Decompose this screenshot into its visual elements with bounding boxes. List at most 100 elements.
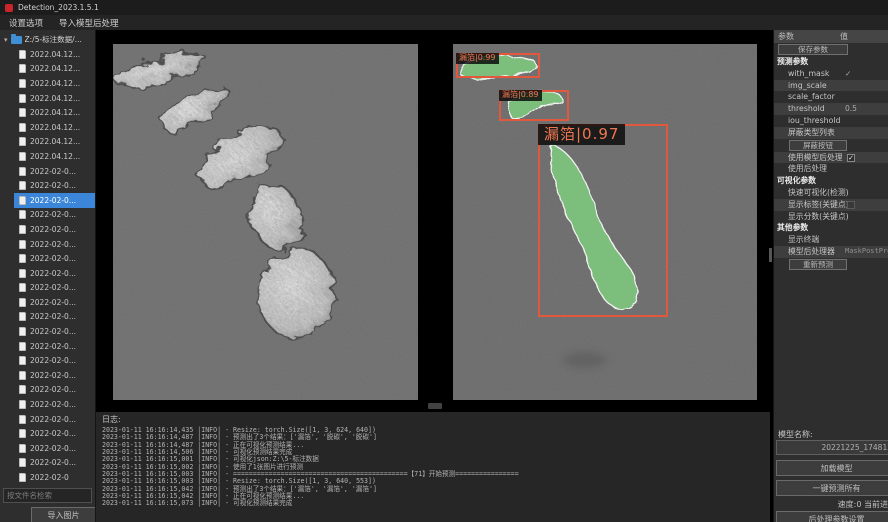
file-item[interactable]: 2022-02-0... [14, 164, 96, 179]
param-button-row: 屏蔽按钮 [774, 139, 888, 152]
file-icon [19, 327, 26, 336]
predict-all-button[interactable]: 一键预测所有 [776, 480, 888, 496]
vertical-splitter-handle[interactable] [769, 248, 772, 262]
file-icon [19, 94, 26, 103]
file-label: 2022-02-0... [30, 342, 76, 351]
param-section: 预测参数 [774, 56, 888, 68]
menu-item-import-postprocess[interactable]: 导入模型后处理 [59, 17, 119, 29]
file-label: 2022-02-0... [30, 269, 76, 278]
param-row: threshold0.5 [774, 103, 888, 115]
file-item[interactable]: 2022-02-0... [14, 222, 96, 237]
param-row: 显示标签(关键点) [774, 199, 888, 211]
file-icon [19, 225, 26, 234]
param-name: img_scale [788, 81, 827, 90]
file-icon [19, 50, 26, 59]
viewer-area: 漏箔|0.99漏箔|0.89漏箔|0.97 日志: 2023-01-11 16:… [96, 30, 773, 522]
file-item[interactable]: 2022-02-0... [14, 412, 96, 427]
file-item[interactable]: 2022-02-0... [14, 383, 96, 398]
file-item[interactable]: 2022-02-0... [14, 281, 96, 296]
param-row: 使用模型后处理 ✓ [774, 152, 888, 164]
model-name-field[interactable]: 20221225_174813 [776, 440, 888, 455]
param-section: 可视化参数 [774, 175, 888, 187]
file-icon [19, 79, 26, 88]
file-item[interactable]: 2022.04.12... [14, 105, 96, 120]
param-button[interactable]: 屏蔽按钮 [789, 140, 847, 151]
file-item[interactable]: 2022-02-0... [14, 208, 96, 223]
file-item[interactable]: 2022-02-0... [14, 237, 96, 252]
tree-expand-icon[interactable]: ▾ [4, 36, 8, 44]
file-label: 2022-02-0... [30, 400, 76, 409]
file-item[interactable]: 2022-02-0... [14, 193, 96, 208]
postprocess-settings-button[interactable]: 后处理参数设置 [776, 511, 888, 522]
file-label: 2022.04.12... [30, 152, 80, 161]
file-label: 2022-02-0... [30, 458, 76, 467]
param-row: with_mask ✓ [774, 68, 888, 80]
param-checkbox[interactable]: ✓ [847, 154, 855, 162]
param-name: 快速可视化(检测) [788, 188, 849, 197]
param-checkbox[interactable] [847, 201, 855, 209]
file-item[interactable]: 2022-02-0... [14, 178, 96, 193]
file-item[interactable]: 2022-02-0... [14, 310, 96, 325]
param-table-header: 参数 值 [774, 30, 888, 43]
param-value[interactable]: MaskPostPro [845, 246, 888, 258]
file-label: 2022-02-0... [30, 254, 76, 263]
file-item[interactable]: 2022-02-0... [14, 456, 96, 471]
file-label: 2022-02-0... [30, 283, 76, 292]
param-name: 使用模型后处理 [788, 153, 843, 162]
file-label: 2022-02-0... [30, 385, 76, 394]
prediction-image[interactable]: 漏箔|0.99漏箔|0.89漏箔|0.97 [453, 44, 757, 400]
horizontal-splitter-handle[interactable] [428, 403, 442, 409]
value-column-header: 值 [840, 31, 848, 42]
file-label: 2022.04.12... [30, 50, 80, 59]
file-item[interactable]: 2022.04.12... [14, 76, 96, 91]
param-row: 快速可视化(检测) [774, 187, 888, 199]
param-button[interactable]: 重新预测 [789, 259, 847, 270]
file-item[interactable]: 2022-02-0... [14, 397, 96, 412]
param-value[interactable]: ✓ [845, 68, 851, 80]
file-label: 2022-02-0... [30, 429, 76, 438]
file-item[interactable]: 2022-02-0... [14, 353, 96, 368]
file-label: 2022-02-0... [30, 196, 76, 205]
menu-bar: 设置选项 导入模型后处理 [0, 15, 888, 30]
log-area[interactable]: 日志: 2023-01-11 16:16:14,435 |INFO| - Res… [96, 412, 770, 522]
original-image[interactable] [113, 44, 418, 400]
file-item[interactable]: 2022-02-0... [14, 266, 96, 281]
file-item[interactable]: 2022.04.12... [14, 120, 96, 135]
file-item[interactable]: 2022.04.12... [14, 135, 96, 150]
param-button-row: 重新预测 [774, 258, 888, 271]
file-item[interactable]: 2022.04.12... [14, 91, 96, 106]
tree-root-folder[interactable]: ▾ Z:/5-标注数据/... [0, 32, 96, 47]
param-row: scale_factor [774, 91, 888, 103]
file-label: 2022-02-0... [30, 240, 76, 249]
param-button[interactable]: 保存参数 [778, 44, 848, 55]
menu-item-settings[interactable]: 设置选项 [9, 17, 43, 29]
param-name: with_mask [788, 69, 829, 78]
filename-search-input[interactable] [3, 488, 92, 503]
file-label: 2022-02-0... [30, 444, 76, 453]
param-name: 使用后处理 [788, 164, 827, 173]
file-item[interactable]: 2022-02-0... [14, 441, 96, 456]
detection-box [538, 124, 668, 317]
file-icon [19, 137, 26, 146]
file-label: 2022.04.12... [30, 137, 80, 146]
param-name: iou_threshold [788, 116, 841, 125]
file-item[interactable]: 2022-02-0... [14, 368, 96, 383]
file-icon [19, 269, 26, 278]
file-tree[interactable]: ▾ Z:/5-标注数据/... 2022.04.12...2022.04.12.… [0, 32, 96, 484]
file-item[interactable]: 2022-02-0 [14, 470, 96, 484]
file-item[interactable]: 2022-02-0... [14, 251, 96, 266]
file-item[interactable]: 2022.04.12... [14, 47, 96, 62]
load-model-button[interactable]: 加载模型 [776, 460, 888, 476]
file-list: 2022.04.12...2022.04.12...2022.04.12...2… [0, 47, 96, 484]
import-images-button[interactable]: 导入图片 [31, 507, 96, 522]
file-item[interactable]: 2022-02-0... [14, 426, 96, 441]
file-item[interactable]: 2022.04.12... [14, 62, 96, 77]
file-item[interactable]: 2022-02-0... [14, 339, 96, 354]
param-value[interactable]: 0.5 [845, 103, 857, 115]
file-item[interactable]: 2022-02-0... [14, 324, 96, 339]
file-icon [19, 108, 26, 117]
app-window: Detection_2023.1.5.1 设置选项 导入模型后处理 ▾ Z:/5… [0, 0, 888, 522]
file-item[interactable]: 2022.04.12... [14, 149, 96, 164]
param-row: iou_threshold [774, 115, 888, 127]
file-item[interactable]: 2022-02-0... [14, 295, 96, 310]
